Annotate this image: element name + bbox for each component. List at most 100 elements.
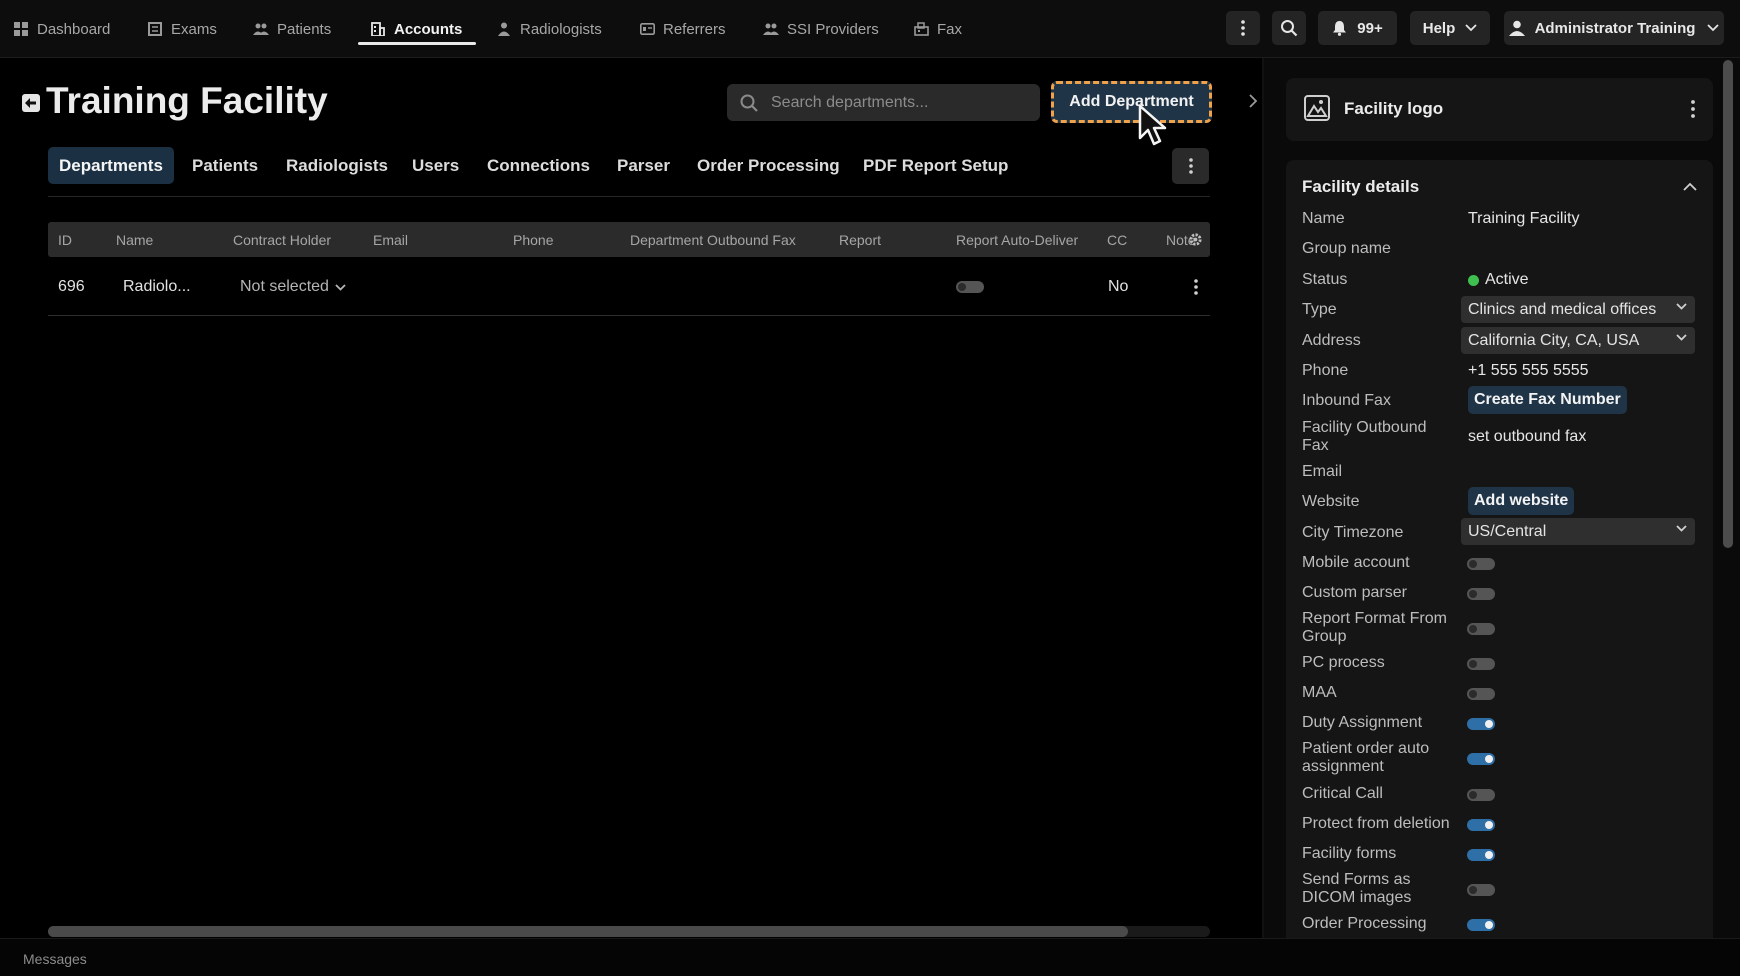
column-header-cc[interactable]: CC	[1107, 222, 1127, 257]
global-search-button[interactable]	[1272, 11, 1306, 45]
table-row[interactable]: 696 Radiolo... Not selected No	[48, 266, 1210, 316]
facility-logo-title: Facility logo	[1344, 99, 1444, 118]
toggle-label: Send Forms as DICOM images	[1302, 871, 1412, 906]
tab-connections[interactable]: Connections	[487, 147, 590, 184]
search-icon	[1281, 20, 1298, 37]
tab-users[interactable]: Users	[412, 147, 459, 184]
nav-tab-referrers[interactable]: Referrers	[639, 0, 726, 58]
create-fax-number-button[interactable]: Create Fax Number	[1468, 386, 1627, 414]
kebab-icon	[1241, 20, 1245, 36]
nav-tab-label: Radiologists	[520, 20, 602, 38]
status-value[interactable]: Active	[1468, 271, 1529, 289]
type-select[interactable]: Clinics and medical offices	[1461, 296, 1695, 323]
timezone-select[interactable]: US/Central	[1461, 518, 1695, 545]
column-header-contract-holder[interactable]: Contract Holder	[233, 222, 331, 257]
cell-id: 696	[58, 278, 85, 295]
notifications-button[interactable]: 99+	[1318, 11, 1397, 45]
more-menu-button[interactable]	[1226, 11, 1260, 45]
duty-assignment-toggle[interactable]	[1467, 717, 1495, 735]
panel-scrollbar-thumb[interactable]	[1723, 60, 1733, 548]
mobile-account-toggle[interactable]	[1467, 557, 1495, 575]
toggle-label: Custom parser	[1302, 584, 1407, 601]
contract-holder-select[interactable]: Not selected	[240, 266, 346, 308]
mouse-cursor-icon	[1138, 104, 1167, 146]
add-website-button[interactable]: Add website	[1468, 487, 1575, 515]
tab-departments[interactable]: Departments	[48, 147, 174, 184]
nav-tab-label: Exams	[171, 20, 217, 38]
toggle-label: Protect from deletion	[1302, 815, 1450, 832]
report-format-toggle[interactable]	[1467, 622, 1495, 640]
custom-parser-toggle[interactable]	[1467, 587, 1495, 605]
phone-value[interactable]: +1 555 555 5555	[1468, 362, 1589, 380]
column-header-id[interactable]: ID	[58, 222, 72, 257]
auto-deliver-toggle[interactable]	[956, 266, 984, 308]
tab-order-processing[interactable]: Order Processing	[697, 147, 840, 184]
kebab-icon	[1188, 158, 1193, 174]
chevron-up-icon[interactable]	[1683, 182, 1697, 191]
search-icon	[740, 94, 758, 112]
user-menu[interactable]: Administrator Training	[1504, 11, 1724, 45]
type-value: Clinics and medical offices	[1468, 300, 1657, 318]
patient-order-auto-assignment-toggle[interactable]	[1467, 752, 1495, 770]
nav-tab-fax[interactable]: Fax	[913, 0, 962, 58]
tab-pdf-report-setup[interactable]: PDF Report Setup	[863, 147, 1008, 184]
kebab-icon[interactable]	[1691, 100, 1695, 118]
help-dropdown[interactable]: Help	[1410, 11, 1490, 45]
inbound-fax-label: Inbound Fax	[1302, 392, 1391, 409]
column-header-name[interactable]: Name	[116, 222, 153, 257]
send-forms-dicom-toggle[interactable]	[1467, 883, 1495, 901]
name-value[interactable]: Training Facility	[1468, 210, 1579, 228]
nav-tab-label: Fax	[937, 20, 963, 38]
status-text: Active	[1485, 271, 1529, 288]
referrers-icon	[639, 21, 655, 37]
tab-patients[interactable]: Patients	[192, 147, 258, 184]
column-header-phone[interactable]: Phone	[513, 222, 553, 257]
row-actions-button[interactable]	[1194, 266, 1198, 308]
column-header-report[interactable]: Report	[839, 222, 881, 257]
department-search-input[interactable]: Search departments...	[727, 84, 1040, 121]
facility-details-title: Facility details	[1302, 177, 1420, 196]
outbound-fax-value[interactable]: set outbound fax	[1468, 428, 1586, 446]
messages-bar[interactable]: Messages	[0, 938, 1740, 976]
image-icon[interactable]	[1304, 95, 1330, 121]
facility-logo-card: Facility logo	[1286, 78, 1713, 141]
tab-parser[interactable]: Parser	[617, 147, 670, 184]
timezone-value: US/Central	[1468, 522, 1547, 540]
nav-tab-ssi-providers[interactable]: SSI Providers	[763, 0, 879, 58]
back-button[interactable]	[22, 94, 40, 112]
kebab-icon	[1194, 279, 1198, 295]
notifications-count: 99+	[1357, 19, 1383, 37]
order-processing-toggle[interactable]	[1467, 918, 1495, 936]
nav-tab-radiologists[interactable]: Radiologists	[496, 0, 602, 58]
nav-tab-label: SSI Providers	[787, 20, 879, 38]
tabs-more-button[interactable]	[1172, 148, 1209, 184]
nav-tab-label: Accounts	[394, 20, 463, 38]
protect-from-deletion-toggle[interactable]	[1467, 818, 1495, 836]
address-select[interactable]: California City, CA, USA	[1461, 327, 1695, 354]
chevron-down-icon	[1676, 303, 1687, 310]
gear-icon[interactable]	[1188, 232, 1203, 247]
nav-tab-patients[interactable]: Patients	[253, 0, 331, 58]
add-department-button[interactable]: Add Department	[1051, 81, 1212, 123]
critical-call-toggle[interactable]	[1467, 788, 1495, 806]
search-placeholder: Search departments...	[771, 93, 929, 111]
column-header-email[interactable]: Email	[373, 222, 408, 257]
help-label: Help	[1422, 19, 1456, 37]
scrollbar-thumb[interactable]	[48, 926, 1128, 937]
facility-forms-toggle[interactable]	[1467, 848, 1495, 866]
collapse-panel-button[interactable]	[1243, 86, 1263, 116]
radiologists-icon	[496, 21, 512, 37]
nav-tab-accounts[interactable]: Accounts	[357, 0, 477, 58]
name-label: Name	[1302, 210, 1345, 227]
horizontal-scrollbar[interactable]	[48, 926, 1210, 937]
fax-icon	[913, 21, 929, 37]
user-icon	[1508, 20, 1525, 36]
tab-radiologists[interactable]: Radiologists	[286, 147, 388, 184]
phone-label: Phone	[1302, 362, 1349, 379]
nav-tab-dashboard[interactable]: Dashboard	[13, 0, 110, 58]
maa-toggle[interactable]	[1467, 687, 1495, 705]
column-header-outbound-fax[interactable]: Department Outbound Fax	[630, 222, 796, 257]
pc-process-toggle[interactable]	[1467, 657, 1495, 675]
column-header-auto-deliver[interactable]: Report Auto-Deliver	[956, 222, 1093, 257]
nav-tab-exams[interactable]: Exams	[147, 0, 217, 58]
